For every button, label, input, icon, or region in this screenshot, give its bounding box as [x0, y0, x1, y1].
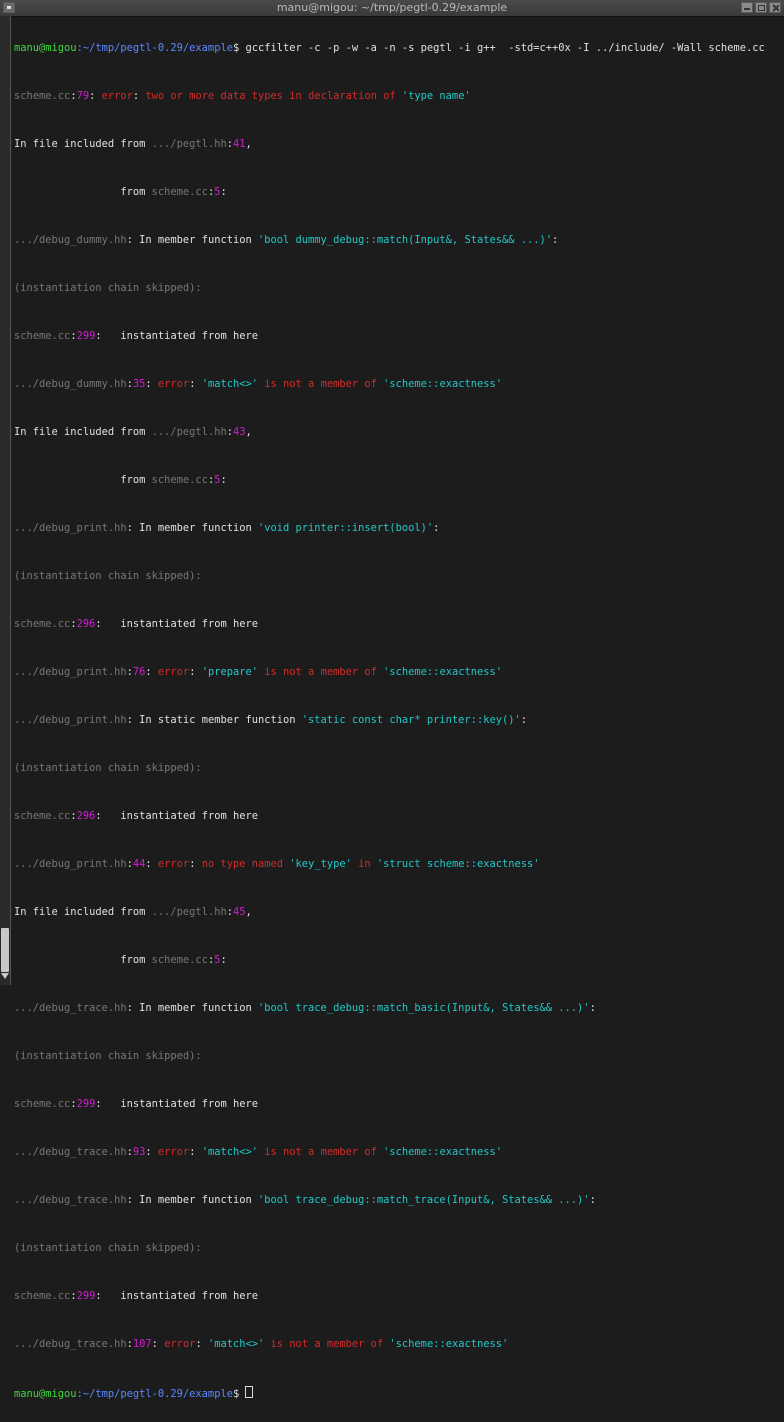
output-line: scheme.cc:299: instantiated from here [14, 1098, 259, 1110]
minimize-button[interactable] [741, 2, 753, 13]
output-line: (instantiation chain skipped): [14, 282, 202, 294]
close-button[interactable] [769, 2, 781, 13]
output-line: In file included from .../pegtl.hh:41, [14, 138, 252, 150]
shell-prompt[interactable]: manu@migou:~/tmp/pegtl-0.29/example$ [14, 1386, 784, 1400]
output-line: from scheme.cc:5: [14, 474, 227, 486]
terminal-output[interactable]: manu@migou:~/tmp/pegtl-0.29/example$ gcc… [14, 18, 784, 1422]
output-line: (instantiation chain skipped): [14, 1050, 202, 1062]
output-line: from scheme.cc:5: [14, 186, 227, 198]
output-line: .../debug_print.hh:44: error: no type na… [14, 858, 540, 870]
output-line: .../debug_dummy.hh:35: error: 'match<>' … [14, 378, 502, 390]
scrollbar-thumb[interactable] [1, 928, 9, 972]
scroll-down-arrow-icon[interactable] [0, 970, 10, 982]
output-line: .../debug_trace.hh:107: error: 'match<>'… [14, 1338, 509, 1350]
output-line: .../debug_print.hh: In static member fun… [14, 714, 527, 726]
scrollbar[interactable] [0, 16, 11, 985]
output-line: scheme.cc:79: error: two or more data ty… [14, 90, 471, 102]
output-line: (instantiation chain skipped): [14, 570, 202, 582]
output-line: .../debug_trace.hh: In member function '… [14, 1002, 596, 1014]
output-line: from scheme.cc:5: [14, 954, 227, 966]
output-line: In file included from .../pegtl.hh:43, [14, 426, 252, 438]
command-line: manu@migou:~/tmp/pegtl-0.29/example$ gcc… [14, 42, 765, 54]
output-line: .../debug_print.hh:76: error: 'prepare' … [14, 666, 502, 678]
output-line: .../debug_print.hh: In member function '… [14, 522, 440, 534]
output-line: scheme.cc:299: instantiated from here [14, 1290, 259, 1302]
output-line: (instantiation chain skipped): [14, 762, 202, 774]
output-line: scheme.cc:299: instantiated from here [14, 330, 259, 342]
maximize-button[interactable] [755, 2, 767, 13]
text-cursor[interactable] [245, 1386, 254, 1398]
output-line: .../debug_trace.hh: In member function '… [14, 1194, 596, 1206]
output-line: scheme.cc:296: instantiated from here [14, 810, 259, 822]
output-line: .../debug_dummy.hh: In member function '… [14, 234, 559, 246]
output-line: scheme.cc:296: instantiated from here [14, 618, 259, 630]
terminal-window: manu@migou: ~/tmp/pegtl-0.29/example man… [0, 0, 784, 1400]
title-bar[interactable]: manu@migou: ~/tmp/pegtl-0.29/example [0, 0, 784, 17]
output-line: .../debug_trace.hh:93: error: 'match<>' … [14, 1146, 502, 1158]
output-line: (instantiation chain skipped): [14, 1242, 202, 1254]
output-line: In file included from .../pegtl.hh:45, [14, 906, 252, 918]
window-title: manu@migou: ~/tmp/pegtl-0.29/example [276, 1, 508, 14]
